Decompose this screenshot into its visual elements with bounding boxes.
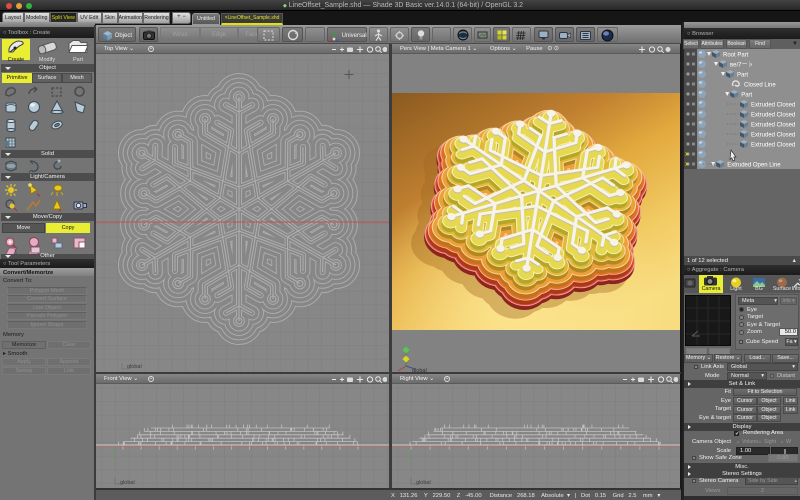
svg-text:Extruded Closed: Extruded Closed	[751, 143, 795, 149]
svg-text:Extruded Closed: Extruded Closed	[751, 123, 795, 129]
svg-text:Extruded Closed: Extruded Closed	[751, 133, 795, 139]
svg-text:Closed Line: Closed Line	[744, 83, 776, 89]
svg-text:Part: Part	[741, 93, 752, 99]
svg-text:Extruded Closed: Extruded Closed	[751, 113, 795, 119]
svg-text:global: global	[416, 480, 431, 486]
svg-text:global: global	[120, 480, 135, 486]
svg-text:global: global	[127, 364, 142, 370]
svg-text:Extruded Open Line: Extruded Open Line	[727, 163, 781, 169]
svg-text:Part: Part	[737, 73, 748, 79]
svg-text:Extruded Closed: Extruded Closed	[751, 103, 795, 109]
svg-text:Root Part: Root Part	[723, 53, 749, 59]
svg-text:ве/7ー♭: ве/7ー♭	[730, 62, 753, 69]
